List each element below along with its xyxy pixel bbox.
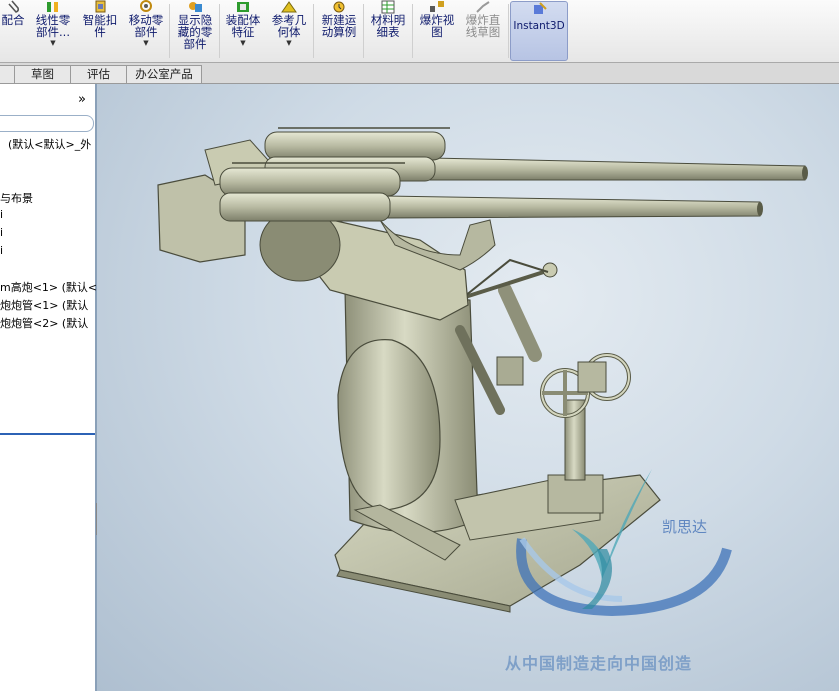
instant3d-label: Instant3D <box>513 20 565 32</box>
pedestal-bulge <box>337 339 441 511</box>
motion-study-icon <box>333 1 345 13</box>
chevron-down-icon[interactable]: ▼ <box>286 39 291 47</box>
tab-partial[interactable] <box>0 65 15 83</box>
tree-item-plane-2[interactable]: i <box>0 226 3 239</box>
tab-office-products[interactable]: 办公室产品 <box>126 65 202 83</box>
reference-geometry-label: 参考几 何体 <box>271 13 307 39</box>
chevron-down-icon[interactable]: ▼ <box>240 39 245 47</box>
ribbon-separator <box>363 4 364 58</box>
bom-table-icon <box>381 0 395 14</box>
gun-barrel-upper <box>429 157 806 181</box>
tree-item-barrel-1[interactable]: 炮炮管<1> (默认 <box>0 297 88 313</box>
reference-geometry-button[interactable]: 参考几 何体 ▼ <box>268 0 310 62</box>
exploded-view-button[interactable]: 爆炸视 图 <box>415 0 459 62</box>
gun-barrel-lower <box>384 195 761 219</box>
tree-item-barrel-2[interactable]: 炮炮管<2> (默认 <box>0 315 88 331</box>
graphics-viewport[interactable]: 凯思达 <box>97 84 839 691</box>
tree-item-config[interactable]: (默认<默认>_外 <box>8 136 91 152</box>
tree-item-aa-gun[interactable]: m高炮<1> (默认< <box>0 279 97 295</box>
tree-item-plane-1[interactable]: i <box>0 208 3 221</box>
feature-manager-tree: » (默认<默认>_外 与布景 i i i m高炮<1> (默认< 炮炮管<1>… <box>0 84 97 691</box>
watermark-slogan: 从中国制造走向中国创造 <box>505 654 693 673</box>
assembly-features-label: 装配体 特征 <box>225 13 261 39</box>
bill-of-materials-button[interactable]: 材料明 细表 <box>366 0 410 62</box>
mate-label: 配合 <box>1 13 25 27</box>
paperclip-icon <box>8 0 20 13</box>
ribbon-separator <box>169 4 170 58</box>
tab-evaluate[interactable]: 评估 <box>70 65 127 83</box>
command-ribbon: 配合 线性零 部件... ▼ 智能扣 件 移动零 部件 ▼ 显示隐 藏的零 部件… <box>0 0 839 63</box>
show-hidden-icon <box>189 2 202 12</box>
exploded-view-label: 爆炸视 图 <box>419 13 455 39</box>
instant3d-icon <box>534 2 547 14</box>
ribbon-separator <box>508 4 509 58</box>
smart-fasteners-button[interactable]: 智能扣 件 <box>80 0 120 62</box>
mate-button[interactable]: 配合 <box>0 0 28 62</box>
expand-panel-button[interactable]: » <box>78 92 86 107</box>
new-motion-study-button[interactable]: 新建运 动算例 <box>317 0 361 62</box>
linear-pattern-button[interactable]: 线性零 部件... ▼ <box>33 0 73 62</box>
move-component-label: 移动零 部件 <box>128 13 164 39</box>
bill-of-materials-label: 材料明 细表 <box>370 13 406 39</box>
smart-fasteners-label: 智能扣 件 <box>82 13 118 39</box>
show-hidden-components-button[interactable]: 显示隐 藏的零 部件 <box>173 0 217 62</box>
move-component-button[interactable]: 移动零 部件 ▼ <box>126 0 166 62</box>
ribbon-separator <box>219 4 220 58</box>
assembly-features-button[interactable]: 装配体 特征 ▼ <box>222 0 264 62</box>
tree-item-plane-3[interactable]: i <box>0 244 3 257</box>
command-tab-bar: 草图 评估 办公室产品 <box>0 63 839 84</box>
show-hidden-label: 显示隐 藏的零 部件 <box>177 13 213 51</box>
tab-sketch[interactable]: 草图 <box>14 65 71 83</box>
ribbon-separator <box>412 4 413 58</box>
receiver-lower <box>219 167 401 197</box>
explode-line-sketch-button: 爆炸直 线草图 <box>460 0 506 62</box>
chevron-down-icon[interactable]: ▼ <box>143 39 148 47</box>
linear-pattern-icon <box>47 2 58 12</box>
logo-text: 凯思达 <box>662 518 708 536</box>
smart-fastener-icon <box>95 0 106 13</box>
chevron-down-icon[interactable]: ▼ <box>50 39 55 47</box>
instant3d-button[interactable]: Instant3D <box>510 1 568 61</box>
reference-geometry-icon <box>281 1 297 13</box>
exploded-view-icon <box>430 1 444 12</box>
panel-splitter[interactable] <box>0 433 95 435</box>
receiver-upper <box>264 131 446 161</box>
tree-item-scene[interactable]: 与布景 <box>0 190 33 206</box>
kaisida-logo <box>516 469 732 617</box>
explode-line-sketch-label: 爆炸直 线草图 <box>465 13 501 39</box>
new-motion-study-label: 新建运 动算例 <box>321 13 357 39</box>
linear-pattern-label: 线性零 部件... <box>35 13 71 39</box>
explode-line-sketch-icon <box>476 1 490 13</box>
move-component-icon <box>140 0 152 12</box>
tree-filter-input[interactable] <box>0 115 94 132</box>
assembly-feature-icon <box>237 2 249 12</box>
ribbon-separator <box>313 4 314 58</box>
